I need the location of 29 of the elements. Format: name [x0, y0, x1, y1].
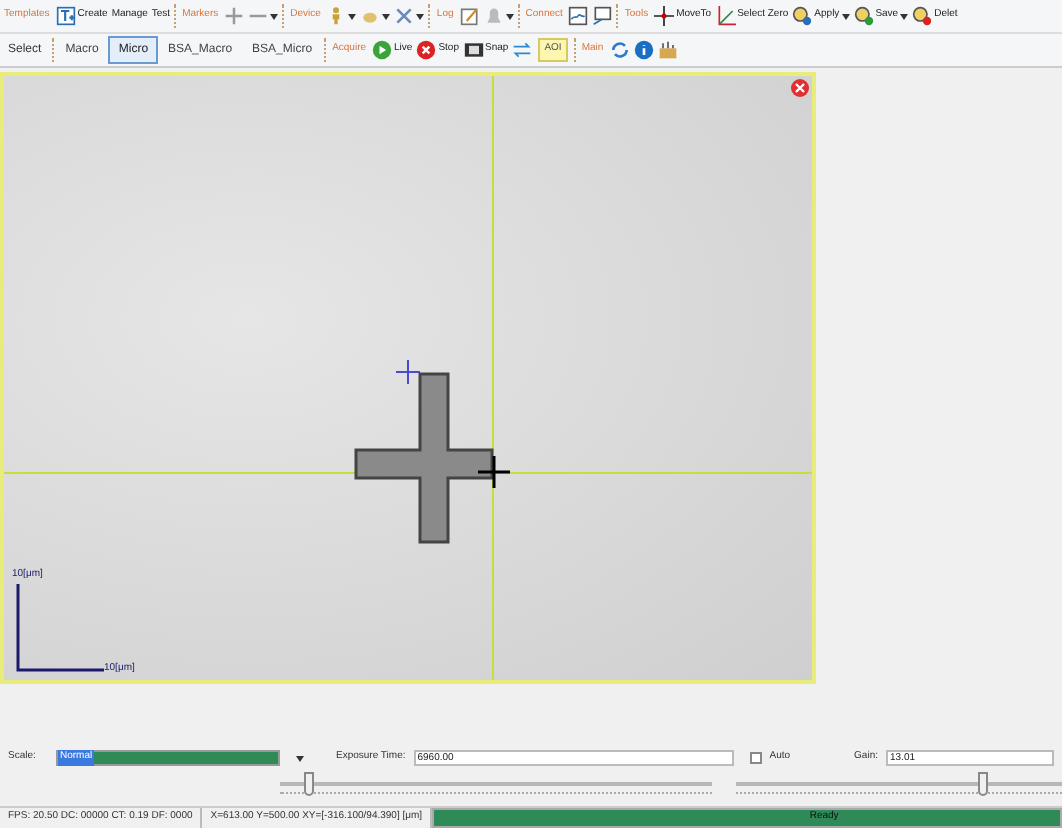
caret-icon [841, 13, 850, 19]
bell-icon [483, 6, 504, 26]
caret-icon [296, 755, 304, 761]
text-template-icon [55, 6, 76, 26]
monitor-icon [592, 6, 613, 26]
info-icon [633, 40, 654, 60]
caret-icon [382, 13, 391, 19]
toolbox-icon [657, 40, 678, 60]
slider[interactable] [280, 772, 712, 796]
caret-icon [505, 13, 514, 19]
stop-icon [416, 40, 437, 60]
arrows-icon [512, 40, 533, 60]
caret-icon [270, 13, 279, 19]
cursor-cross-icon [478, 456, 510, 488]
scale-bar-drawing [16, 584, 104, 672]
axes-icon [715, 6, 736, 26]
notepad-icon [459, 6, 480, 26]
cross-icon [224, 6, 245, 26]
crosshair-icon [654, 6, 675, 26]
slider[interactable] [736, 772, 1062, 796]
close-icon[interactable] [790, 78, 810, 98]
refresh-icon [609, 40, 630, 60]
caret-icon [900, 13, 909, 19]
caret-icon [348, 13, 357, 19]
auto-checkbox[interactable] [749, 752, 762, 764]
play-icon [372, 40, 393, 60]
caret-icon [416, 13, 425, 19]
wrench-icon [394, 6, 415, 26]
marker-cross-icon [396, 360, 420, 384]
